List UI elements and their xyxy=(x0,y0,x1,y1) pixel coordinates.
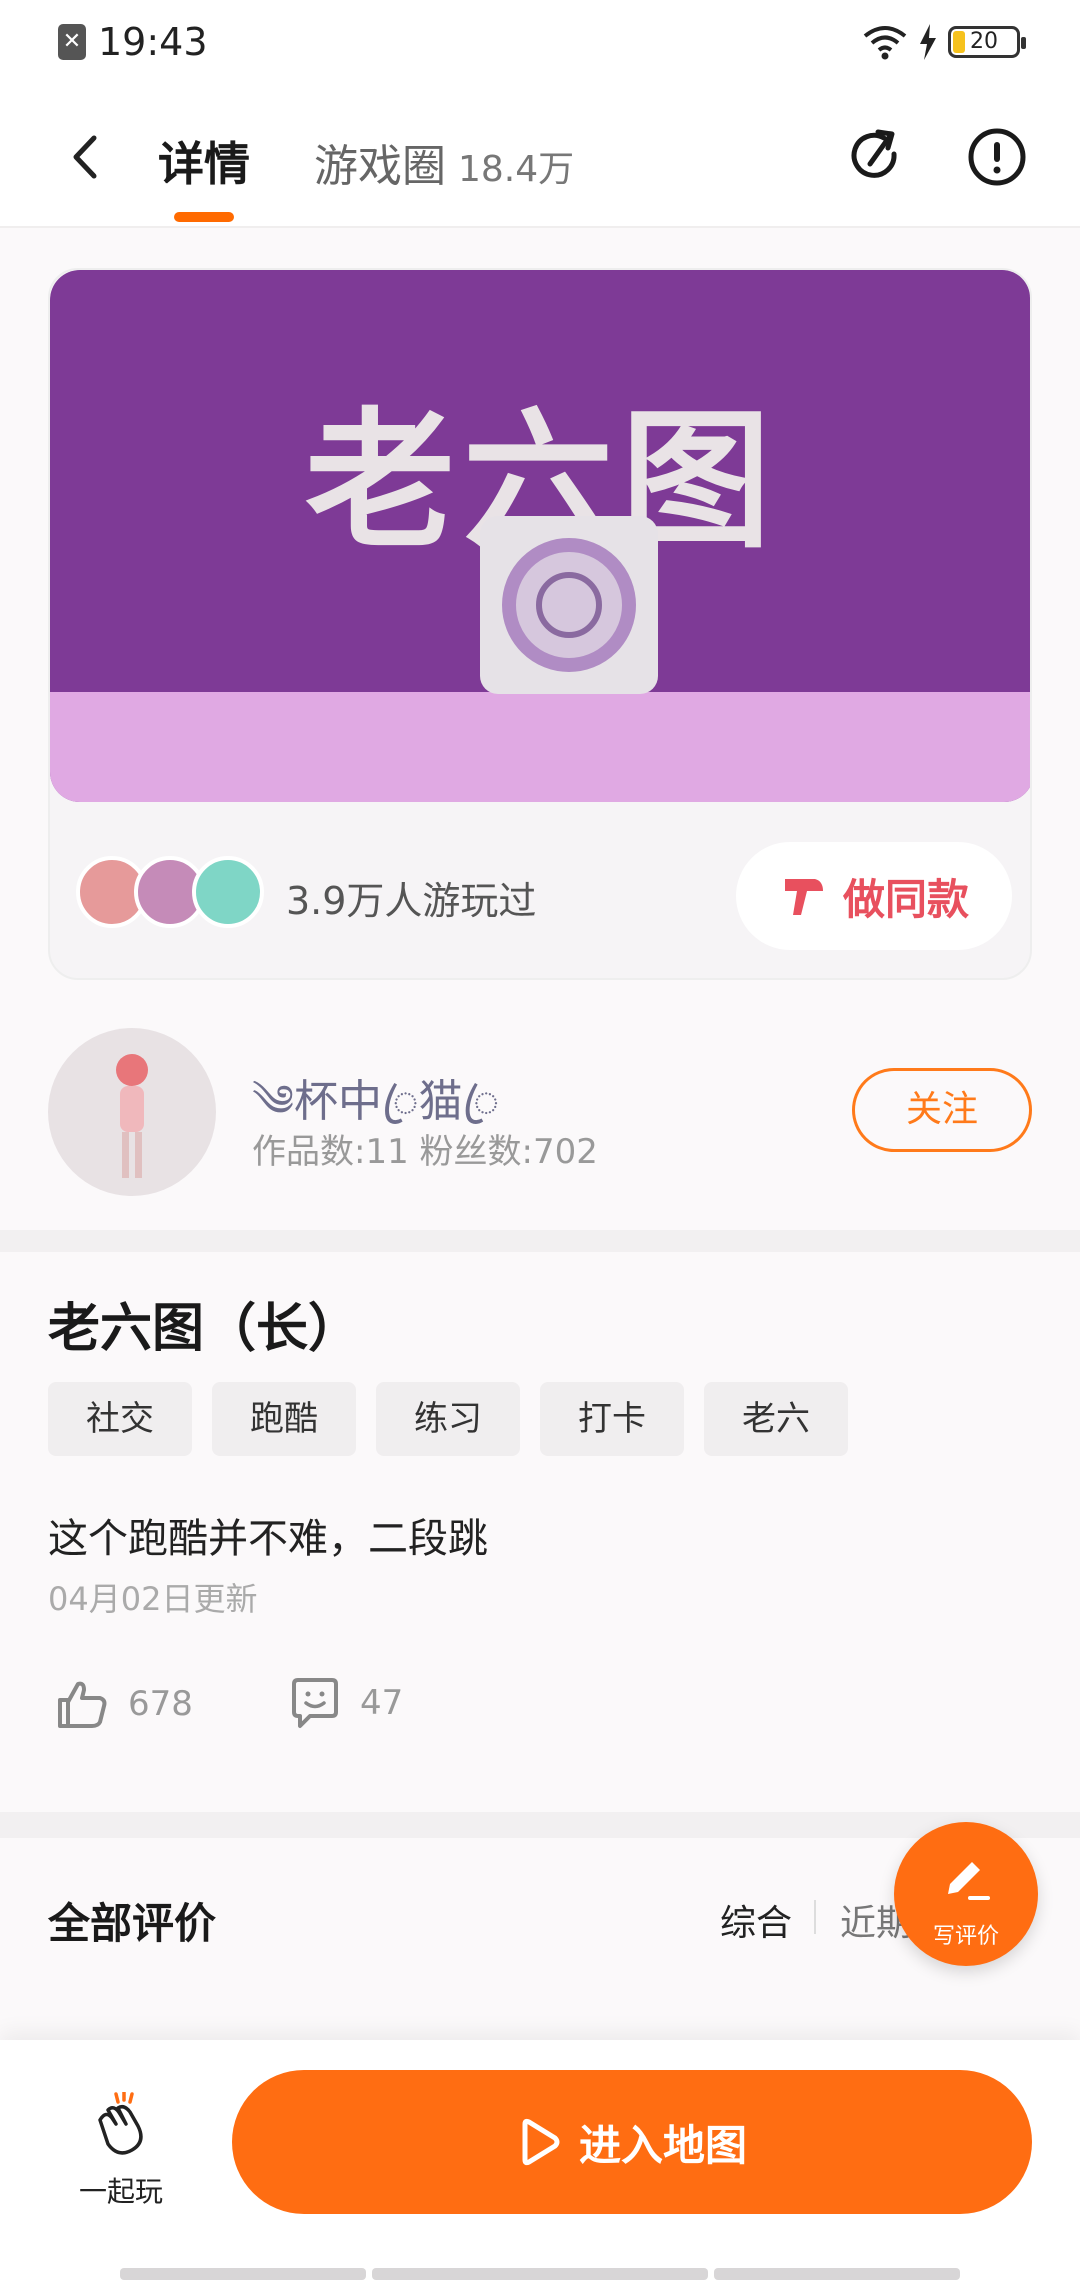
status-bar: ✕ 19:43 20 xyxy=(0,0,1080,88)
tab-game-circle-label: 游戏圈 xyxy=(314,141,446,192)
status-time: 19:43 xyxy=(98,20,208,64)
author-stats: 作品数:11 粉丝数:702 xyxy=(252,1132,598,1172)
tag-item[interactable]: 打卡 xyxy=(540,1382,684,1456)
make-same-button[interactable]: 做同款 xyxy=(736,842,1012,950)
thumbs-up-icon xyxy=(58,1681,107,1728)
game-card: 老六图 3.9万人游玩过 做同款 xyxy=(48,268,1032,980)
notification-icon: ✕ xyxy=(58,24,86,60)
section-divider xyxy=(0,1812,1080,1838)
home-indicator xyxy=(120,2268,366,2280)
tab-game-circle-count: 18.4万 xyxy=(458,149,575,190)
work-info: 老六图（长） 社交 跑酷 练习 打卡 老六 这个跑酷并不难，二段跳 04月02日… xyxy=(0,1252,1080,1812)
section-divider xyxy=(0,1230,1080,1252)
home-indicator xyxy=(372,2268,708,2280)
comment-icon xyxy=(292,1678,338,1728)
follow-button[interactable]: 关注 xyxy=(852,1068,1032,1152)
reviews-title: 全部评价 xyxy=(48,1899,217,1948)
player-avatars xyxy=(76,856,264,928)
tag-item[interactable]: 社交 xyxy=(48,1382,192,1456)
tab-detail[interactable]: 详情 xyxy=(158,128,250,194)
report-icon[interactable] xyxy=(964,124,1030,190)
home-indicator xyxy=(714,2268,960,2280)
tag-item[interactable]: 跑酷 xyxy=(212,1382,356,1456)
battery-indicator: 20 xyxy=(948,26,1026,58)
play-together-button[interactable]: 一起玩 xyxy=(70,2090,172,2210)
sort-default[interactable]: 综合 xyxy=(720,1894,792,1946)
top-nav: 详情 游戏圈 18.4万 xyxy=(0,88,1080,228)
like-button[interactable]: 678 xyxy=(54,1676,193,1732)
tag-list: 社交 跑酷 练习 打卡 老六 xyxy=(48,1382,848,1456)
charging-icon xyxy=(920,24,936,60)
game-banner[interactable]: 老六图 xyxy=(50,270,1030,802)
avatar xyxy=(192,856,264,928)
banner-floor xyxy=(50,692,1030,802)
author-avatar[interactable] xyxy=(48,1028,216,1196)
target-icon xyxy=(480,516,658,694)
play-icon xyxy=(522,2118,560,2166)
wifi-icon xyxy=(863,26,907,60)
comment-button[interactable]: 47 xyxy=(288,1676,403,1730)
tag-item[interactable]: 老六 xyxy=(704,1382,848,1456)
author-avatar-image xyxy=(116,1054,148,1178)
sort-separator xyxy=(814,1900,816,1934)
work-description: 这个跑酷并不难，二段跳 xyxy=(48,1516,488,1562)
pencil-icon xyxy=(948,1862,990,1900)
clap-icon xyxy=(98,2090,143,2155)
tag-item[interactable]: 练习 xyxy=(376,1382,520,1456)
enter-map-button[interactable]: 进入地图 xyxy=(232,2070,1032,2214)
author-section: ༄杯中ꦿ猫ꦿ 作品数:11 粉丝数:702 关注 xyxy=(0,1000,1080,1230)
share-icon[interactable] xyxy=(844,124,910,190)
write-review-button[interactable]: 写评价 xyxy=(894,1822,1038,1966)
hammer-icon xyxy=(784,879,823,915)
comment-count: 47 xyxy=(360,1683,404,1723)
enter-map-label: 进入地图 xyxy=(578,2120,747,2170)
status-left: ✕ 19:43 xyxy=(58,20,208,64)
bottom-bar: 一起玩 进入地图 xyxy=(0,2040,1080,2280)
write-review-label: 写评价 xyxy=(932,1924,999,1949)
status-right: 20 xyxy=(862,24,1026,60)
play-together-label: 一起玩 xyxy=(78,2175,163,2208)
like-count: 678 xyxy=(128,1684,193,1724)
players-count: 3.9万人游玩过 xyxy=(286,879,537,923)
active-tab-indicator xyxy=(174,212,234,222)
make-same-label: 做同款 xyxy=(842,874,969,924)
work-title: 老六图（长） xyxy=(48,1299,361,1359)
card-footer: 3.9万人游玩过 做同款 xyxy=(50,802,1030,978)
back-icon[interactable] xyxy=(62,132,112,182)
update-date: 04月02日更新 xyxy=(48,1580,258,1618)
tab-game-circle[interactable]: 游戏圈 18.4万 xyxy=(314,130,574,194)
